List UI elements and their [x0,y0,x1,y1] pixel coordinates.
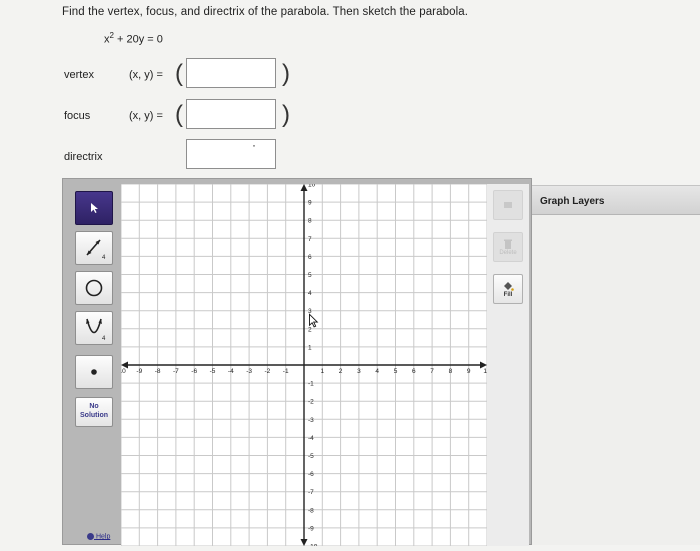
undo-icon [504,202,512,208]
x-tick-label: 2 [339,368,343,375]
graph-layers-title: Graph Layers [540,196,605,207]
help-link[interactable]: Help [87,533,110,540]
fill-label: Fill [503,292,513,298]
focus-coord-label: (x, y) = [129,110,163,122]
x-tick-label: -1 [283,368,289,375]
x-tick-label: -7 [173,368,179,375]
x-tick-label: 7 [430,368,434,375]
pointer-icon [91,203,98,213]
x-tick-label: 9 [467,368,471,375]
y-tick-label: -1 [308,381,314,388]
x-tick-label: -6 [191,368,197,375]
y-tick-label: -8 [308,507,314,514]
x-tick-label: 1 [320,368,324,375]
x-tick-label: 3 [357,368,361,375]
no-solution-line2: Solution [80,412,108,419]
equation-rest: + 20y = 0 [113,33,163,46]
graph-layers-panel [532,215,700,545]
graph-layers-header[interactable]: Graph Layers [532,185,700,215]
help-label: Help [95,533,111,541]
x-tick-label: -10 [121,368,126,375]
x-tick-label: -4 [228,368,234,375]
focus-close-paren: ) [282,101,290,128]
x-tick-label: 5 [394,368,398,375]
parabola-tool-icon: 4 [86,318,106,342]
vertex-input[interactable] [186,58,276,88]
line-tool-icon: 4 [86,239,106,261]
y-tick-label: 10 [308,184,316,189]
pointer-tool-button[interactable] [75,191,113,225]
line-tool-button[interactable]: 4 [75,231,113,265]
vertex-label: vertex [64,69,94,81]
y-tick-label: 2 [308,326,312,333]
x-tick-label: -5 [210,368,216,375]
focus-label: focus [64,110,91,122]
help-icon [87,533,94,540]
y-tick-label: -4 [308,435,314,442]
circle-tool-button[interactable] [75,271,113,305]
y-tick-label: 8 [308,218,312,225]
svg-text:4: 4 [102,336,106,342]
undo-button[interactable] [493,190,523,220]
y-tick-label: -7 [308,489,314,496]
delete-label: Delete [499,249,517,256]
x-tick-label: 8 [449,368,453,375]
y-tick-label: 9 [308,200,312,207]
no-solution-line1: No [89,403,99,410]
vertex-coord-label: (x, y) = [129,69,163,81]
cursor-icon [309,313,319,328]
x-tick-label: 6 [412,368,416,375]
delete-button[interactable]: Delete [493,232,523,262]
x-tick-label: -9 [136,368,142,375]
coordinate-grid[interactable]: -10-9-8-7-6-5-4-3-2-11234567891010987654… [116,182,491,551]
y-tick-label: -5 [308,453,314,460]
y-tick-label: -6 [308,471,314,478]
trash-icon [504,239,512,249]
graph-toolbar: 4 4 No Solution Help [67,183,121,546]
y-tick-label: 6 [308,254,312,261]
y-tick-label: 1 [308,344,312,351]
graph-side-panel: Delete Fill [487,184,529,546]
focus-input[interactable] [186,99,276,129]
question-text: Find the vertex, focus, and directrix of… [62,6,469,18]
fill-button[interactable]: Fill [493,274,523,304]
no-solution-button[interactable]: No Solution [75,397,113,427]
directrix-dot-mark: · [252,138,256,152]
x-tick-label: 4 [375,368,379,375]
parabola-tool-button[interactable]: 4 [75,311,113,345]
x-tick-label: -8 [155,368,161,375]
x-tick-label: -2 [265,368,271,375]
point-tool-icon [91,369,97,375]
y-tick-label: 3 [308,308,312,315]
point-tool-button[interactable] [75,355,113,389]
vertex-close-paren: ) [282,60,290,87]
directrix-label: directrix [64,151,103,163]
x-tick-label: -3 [246,368,252,375]
focus-open-paren: ( [175,101,183,128]
graph-canvas[interactable]: -10-9-8-7-6-5-4-3-2-11234567891010987654… [116,182,491,551]
vertex-open-paren: ( [175,60,183,87]
paint-bucket-icon [504,282,514,291]
graph-widget: 4 4 No Solution Help 0 -9 -8 -7 -6 -5 -4… [62,178,532,551]
y-tick-label: -3 [308,417,314,424]
equation: x2 + 20y = 0 [104,31,163,46]
directrix-input[interactable] [186,139,276,169]
y-tick-label: 5 [308,272,312,279]
y-tick-label: 4 [308,290,312,297]
y-tick-label: -2 [308,399,314,406]
y-tick-label: 7 [308,236,312,243]
y-axis-arrow-up [300,184,308,191]
circle-tool-icon [85,279,103,297]
y-tick-label: -9 [308,525,314,532]
svg-text:4: 4 [102,255,106,261]
